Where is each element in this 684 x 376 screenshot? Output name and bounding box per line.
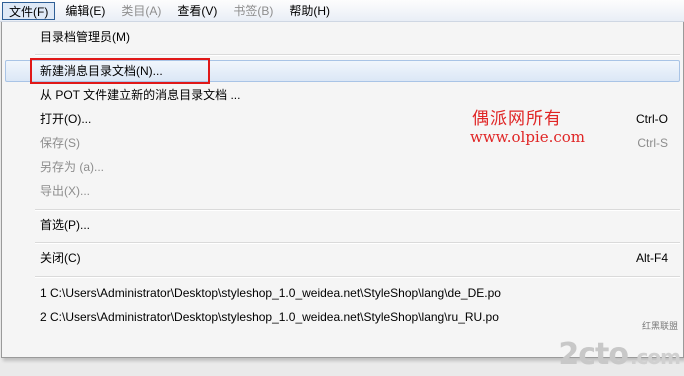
menu-item-label: 1 C:\Users\Administrator\Desktop\stylesh… [40, 286, 501, 300]
menu-separator [35, 276, 680, 278]
menu-bar: 文件(F) 编辑(E) 类目(A) 查看(V) 书签(B) 帮助(H) [0, 0, 684, 22]
menu-item-catalog-manager[interactable]: 目录档管理员(M) [5, 26, 680, 48]
menu-separator [35, 209, 680, 211]
menu-item-label: 2 C:\Users\Administrator\Desktop\stylesh… [40, 310, 499, 324]
menu-item-open[interactable]: 打开(O)... Ctrl-O [5, 108, 680, 130]
menu-item-preferences[interactable]: 首选(P)... [5, 214, 680, 236]
menu-item-recent-1[interactable]: 1 C:\Users\Administrator\Desktop\stylesh… [5, 282, 680, 304]
watermark-chinese: 偶派网所有 [472, 109, 562, 129]
menu-file[interactable]: 文件(F) [2, 1, 56, 20]
menu-item-label: 保存(S) [40, 136, 80, 150]
menu-help[interactable]: 帮助(H) [283, 2, 336, 20]
menu-item-label: 目录档管理员(M) [40, 30, 130, 44]
menu-item-label: 导出(X)... [40, 184, 90, 198]
watermark-url: www.olpie.com [470, 128, 586, 146]
shortcut-label: Alt-F4 [635, 251, 668, 265]
logo-tagline: 红黑联盟 [641, 321, 678, 331]
menu-item-close[interactable]: 关闭(C) Alt-F4 [5, 247, 680, 269]
menu-separator [35, 54, 680, 56]
menu-catalog[interactable]: 类目(A) [115, 2, 167, 20]
menu-item-label: 从 POT 文件建立新的消息目录文档 ... [40, 88, 241, 102]
menu-item-label: 首选(P)... [40, 218, 90, 232]
menu-item-new-from-pot[interactable]: 从 POT 文件建立新的消息目录文档 ... [5, 84, 680, 106]
menu-item-save-as[interactable]: 另存为 (a)... [5, 156, 680, 178]
site-logo: 红黑联盟 2cto .com [558, 316, 684, 376]
shortcut-label: Ctrl-S [637, 136, 668, 150]
menu-edit[interactable]: 编辑(E) [59, 2, 111, 20]
shortcut-label: Ctrl-O [636, 112, 668, 126]
menu-separator [35, 242, 680, 244]
menu-view[interactable]: 查看(V) [171, 2, 223, 20]
annotation-highlight-box [30, 58, 210, 84]
logo-suffix: .com [629, 345, 681, 369]
menu-item-export[interactable]: 导出(X)... [5, 180, 680, 202]
app-window: 文件(F) 编辑(E) 类目(A) 查看(V) 书签(B) 帮助(H) 目录档管… [0, 0, 684, 376]
logo-brand: 2cto .com [558, 337, 681, 372]
menu-bookmarks[interactable]: 书签(B) [227, 2, 279, 20]
menu-item-label: 打开(O)... [40, 112, 92, 126]
logo-brand-text: 2cto [558, 337, 629, 372]
menu-item-label: 关闭(C) [40, 251, 81, 265]
menu-item-label: 另存为 (a)... [40, 160, 105, 174]
